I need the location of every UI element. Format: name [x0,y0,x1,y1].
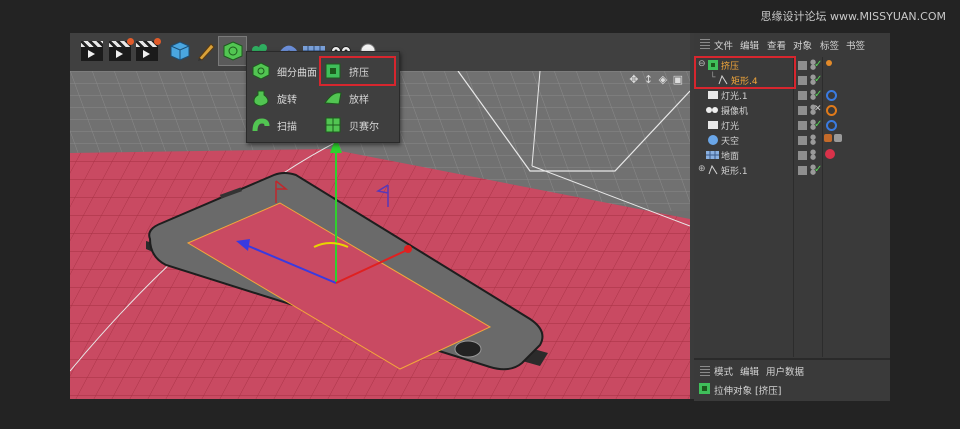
object-row-sky[interactable]: 天空 ● ● [694,133,890,148]
enabled-cross[interactable]: ✕ [814,104,822,114]
menu-bookmarks[interactable]: 书签 [846,38,865,52]
object-manager-menubar: 文件 编辑 查看 对象 标签 书签 [694,37,890,53]
subdivision-surface-icon [251,61,271,81]
panel-grip-icon[interactable] [700,366,710,376]
object-manager: 文件 编辑 查看 对象 标签 书签 ⊖ 挤压 ● ● ✓ └ 矩形.4 ● ● … [694,33,890,401]
clapper-icon [108,38,134,61]
object-row-camera[interactable]: 摄像机 ● ● ✕ [694,103,890,118]
menu-item-sweep[interactable]: 扫描 [251,112,297,138]
visibility-dots[interactable]: ● ● [810,134,816,146]
target-tag-icon[interactable] [826,120,837,131]
enabled-check[interactable]: ✓ [814,60,822,70]
render-view-button[interactable] [78,37,105,65]
viewport-navigation[interactable]: ✥ ↕ ◈ ▣ [629,73,684,86]
protection-tag-icon[interactable] [826,105,837,116]
menu-tags[interactable]: 标签 [820,38,839,52]
menu-mode[interactable]: 模式 [714,364,733,378]
lathe-icon [251,88,271,108]
bezier-icon [323,115,343,135]
layer-checkbox[interactable] [798,106,807,115]
layer-checkbox[interactable] [798,76,807,85]
menu-item-loft[interactable]: 放样 [323,85,369,111]
target-tag-icon[interactable] [826,90,837,101]
texture-tag-icon[interactable] [824,134,832,142]
enabled-check[interactable]: ✓ [814,120,822,130]
object-row-floor[interactable]: 地面 ● ● [694,148,890,163]
spline-icon [708,165,718,175]
object-row-rectangle1[interactable]: ⊕ 矩形.1 ● ● ✓ [694,163,890,178]
camera-icon [706,107,718,113]
menu-user-data[interactable]: 用户数据 [766,364,804,378]
menu-item-subdivision-surface[interactable]: 细分曲面 [251,58,317,84]
highlight-extrude-annotation [319,56,396,86]
layer-checkbox[interactable] [798,91,807,100]
object-row-light1[interactable]: 灯光.1 ● ● ✓ [694,88,890,103]
loft-icon [323,88,343,108]
phong-tag-icon[interactable] [826,60,832,66]
expand-toggle-icon[interactable]: ⊕ [698,164,706,174]
menu-edit[interactable]: 编辑 [740,38,759,52]
layer-checkbox[interactable] [798,121,807,130]
material-tag-icon[interactable] [834,134,842,142]
highlight-hierarchy-annotation [694,56,796,89]
cube-button[interactable] [166,37,193,65]
sky-icon [708,135,718,145]
menu-item-bezier[interactable]: 贝赛尔 [323,112,379,138]
subdivision-surface-icon [223,41,242,61]
x-axis-handle [404,245,412,253]
layer-checkbox[interactable] [798,166,807,175]
menu-view[interactable]: 查看 [767,38,786,52]
light-icon [708,91,718,99]
object-row-light[interactable]: 灯光 ● ● ✓ [694,118,890,133]
enabled-check[interactable]: ✓ [814,165,822,175]
attribute-manager: 模式 编辑 用户数据 拉伸对象 [挤压] [694,358,890,401]
floor-icon [706,151,719,159]
pen-button[interactable] [192,37,219,65]
clapper-gear-icon [135,38,161,61]
extrude-icon [699,383,710,394]
material-tag-icon[interactable] [825,149,835,159]
attribute-object-label: 拉伸对象 [挤压] [714,386,782,397]
enabled-check[interactable]: ✓ [814,75,822,85]
menu-objects[interactable]: 对象 [793,38,812,52]
panel-grip-icon[interactable] [700,39,710,49]
pen-icon [197,43,215,61]
subdivision-generator-button[interactable] [218,36,247,66]
visibility-dots[interactable]: ● ● [810,149,816,161]
layer-checkbox[interactable] [798,151,807,160]
menu-file[interactable]: 文件 [714,38,733,52]
light-icon [708,121,718,129]
render-picture-viewer-button[interactable] [106,37,134,65]
render-settings-button[interactable] [133,37,161,65]
menu-edit[interactable]: 编辑 [740,364,759,378]
cinema4d-window: ✥ ↕ ◈ ▣ 细分曲面 挤压 旋转 放样 扫描 贝赛尔 文件 编辑 查看 对象… [70,33,890,401]
menu-item-lathe[interactable]: 旋转 [251,85,297,111]
layer-checkbox[interactable] [798,61,807,70]
enabled-check[interactable]: ✓ [814,90,822,100]
layer-checkbox[interactable] [798,136,807,145]
clapper-icon [80,41,103,61]
cube-icon [170,41,189,61]
watermark: 思缘设计论坛 www.MISSYUAN.COM [760,10,946,23]
sweep-icon [251,115,271,135]
